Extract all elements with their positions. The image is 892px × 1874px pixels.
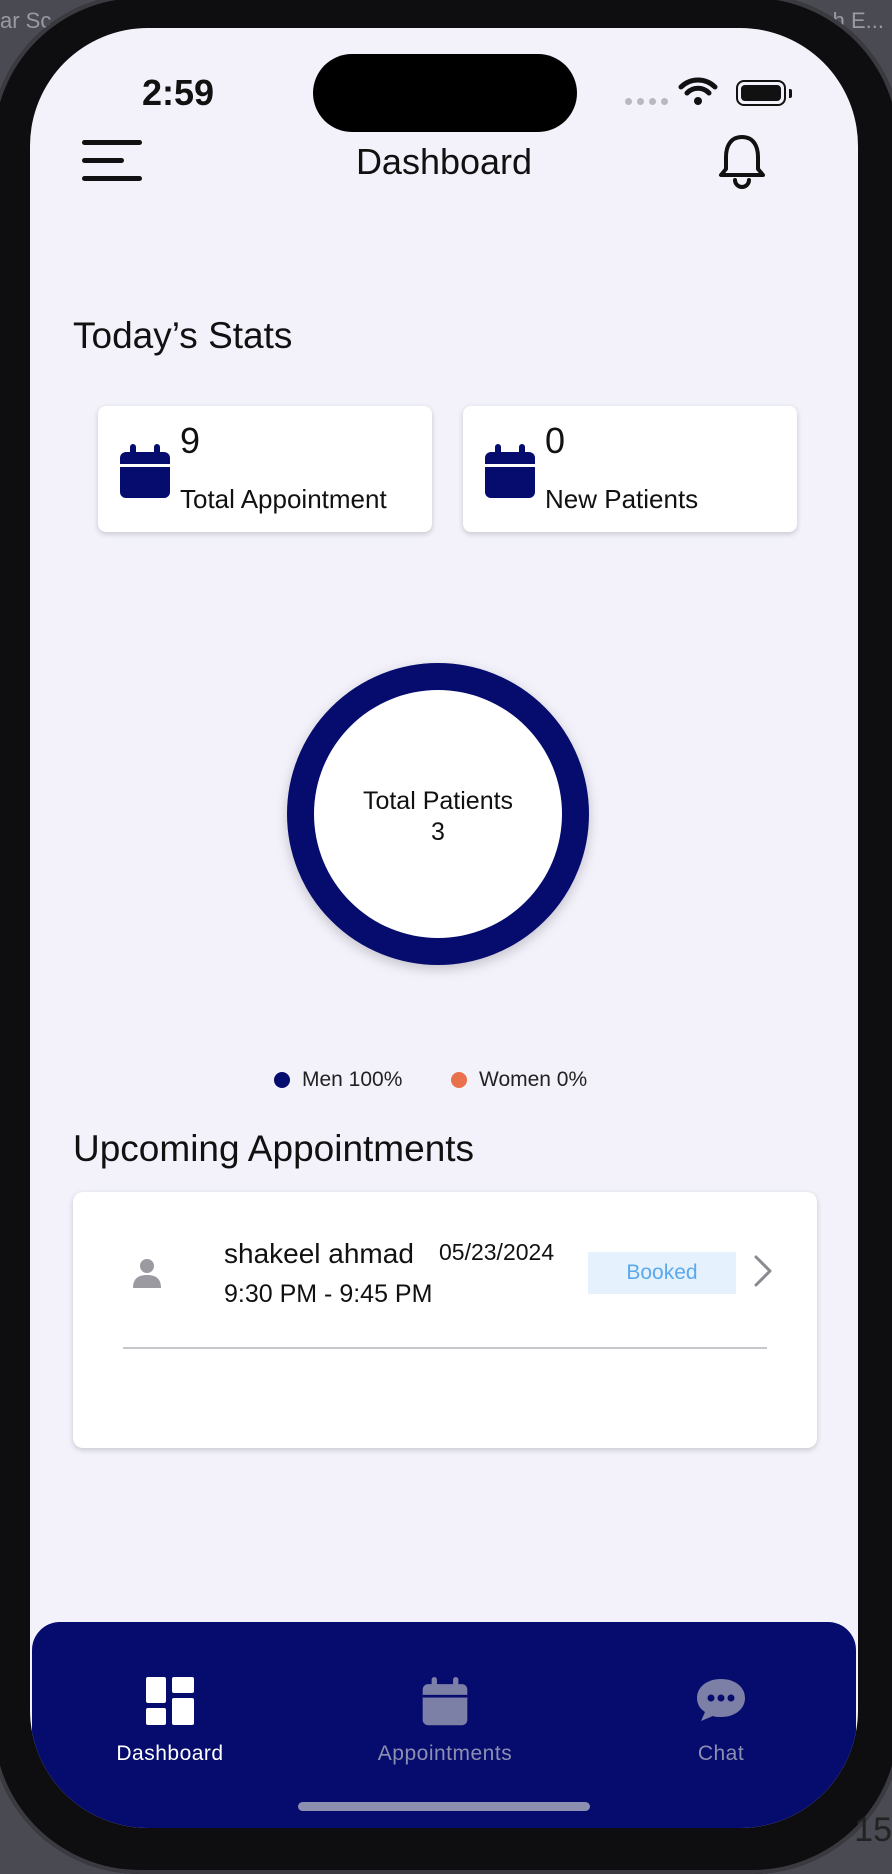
home-indicator — [298, 1802, 590, 1811]
appointment-divider — [123, 1347, 767, 1349]
appointments-section-title: Upcoming Appointments — [73, 1128, 475, 1169]
appointment-status-badge: Booked — [588, 1252, 736, 1294]
bottom-nav: Dashboard Appointments Chat — [32, 1622, 856, 1828]
appointment-date: 05/23/2024 — [439, 1239, 555, 1265]
dynamic-island — [313, 54, 577, 132]
total-appointment-card[interactable]: 9 Total Appointment — [98, 406, 432, 532]
legend-women: Women 0% — [451, 1068, 587, 1092]
new-patients-card[interactable]: 0 New Patients — [463, 406, 797, 532]
calendar-icon — [120, 444, 170, 498]
person-icon — [133, 1259, 161, 1288]
donut-center-value: 3 — [431, 818, 445, 846]
stats-section-title: Today’s Stats — [73, 315, 293, 356]
appointment-time: 9:30 PM - 9:45 PM — [224, 1280, 433, 1308]
legend-women-dot — [451, 1072, 467, 1088]
new-patients-value: 0 — [545, 420, 566, 461]
legend-men: Men 100% — [274, 1068, 402, 1092]
new-patients-label: New Patients — [545, 484, 699, 514]
calendar-icon — [422, 1677, 468, 1726]
bell-icon[interactable] — [716, 133, 768, 189]
wifi-icon — [678, 77, 718, 105]
donut-center-label: Total Patients — [362, 787, 514, 815]
patients-donut-chart: Total Patients 3 — [260, 636, 616, 992]
status-time: 2:59 — [142, 72, 215, 113]
appointment-patient-name: shakeel ahmad — [224, 1238, 414, 1269]
calendar-icon — [485, 444, 535, 498]
dashboard-icon — [146, 1677, 194, 1725]
nav-dashboard-label: Dashboard — [116, 1742, 224, 1765]
nav-chat-label: Chat — [697, 1742, 745, 1765]
appointments-card: shakeel ahmad 9:30 PM - 9:45 PM 05/23/20… — [73, 1192, 817, 1448]
chat-icon — [697, 1679, 745, 1721]
legend-men-dot — [274, 1072, 290, 1088]
cellular-signal-icon — [625, 98, 668, 105]
total-appointment-label: Total Appointment — [180, 484, 387, 514]
battery-icon — [736, 80, 792, 106]
app-screen: 2:59 Dashboard Today’s Stats 9 Total App… — [30, 28, 858, 1828]
legend-women-label: Women 0% — [479, 1068, 588, 1091]
nav-appointments-label: Appointments — [377, 1742, 513, 1765]
background-corner-text: 15 — [854, 1811, 892, 1849]
legend-men-label: Men 100% — [302, 1068, 403, 1091]
chevron-right-icon[interactable] — [753, 1254, 773, 1288]
total-appointment-value: 9 — [180, 420, 201, 461]
